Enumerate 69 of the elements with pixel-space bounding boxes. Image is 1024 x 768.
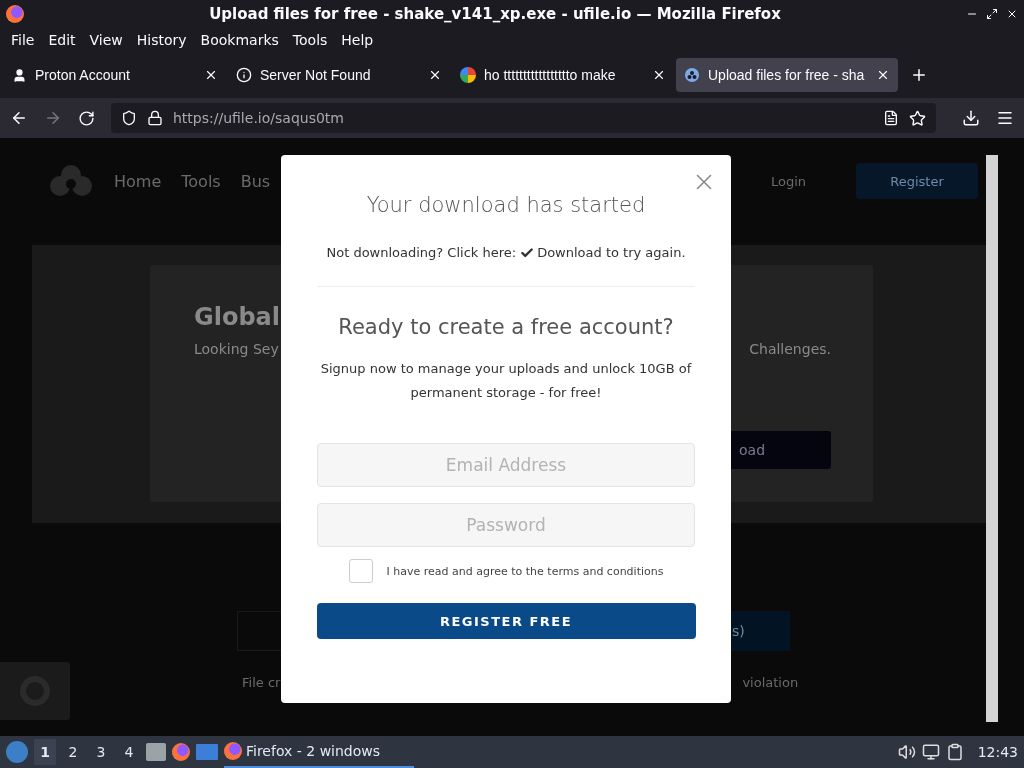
check-icon [520,245,535,260]
register-free-button[interactable]: REGISTER FREE [316,603,696,639]
scrollbar[interactable] [986,155,998,722]
footer-text: violation [742,675,799,690]
taskbar-task[interactable]: Firefox - 2 windows [224,736,414,768]
clipboard-icon[interactable] [945,743,964,761]
workspace-button[interactable]: 2 [62,739,84,765]
firefox-icon [6,5,24,23]
terms-checkbox[interactable] [348,559,373,583]
retry-link[interactable]: Download to try again. [520,245,686,260]
close-icon[interactable] [652,68,666,82]
menu-item[interactable]: Edit [41,32,83,48]
nav-link[interactable]: Tools [181,171,221,191]
ad-text: Challenges. [749,341,831,357]
volume-icon[interactable] [897,743,916,761]
browser-tab[interactable]: Proton Account [4,58,226,92]
close-icon[interactable] [876,68,890,82]
clock: 12:43 [977,744,1018,760]
browser-tab[interactable]: Server Not Found [228,58,450,92]
retry-text: Not downloading? Click here: [326,245,517,260]
window-title: Upload files for free - shake_v141_xp.exe - ufile.io — Mozilla Firefox [208,5,782,23]
signup-heading: Ready to create a free account? [338,315,674,339]
workspace-button[interactable]: 1 [34,739,56,765]
reader-icon[interactable] [883,110,899,126]
menu-item[interactable]: View [82,32,130,48]
login-link[interactable]: Login [770,173,806,189]
google-icon [460,67,476,83]
menu-icon[interactable] [996,109,1014,127]
register-button[interactable]: Register [856,163,978,199]
cloud-icon [684,67,700,83]
close-icon[interactable] [204,68,218,82]
menu-item[interactable]: Bookmarks [193,32,286,48]
nav-link[interactable]: Home [114,171,162,191]
firefox-icon [224,742,242,760]
menu-item[interactable]: History [129,32,194,48]
footer-text: File cr [242,675,281,690]
ad-text: Looking Sey [194,341,279,357]
download-icon[interactable] [962,109,980,127]
maximize-icon[interactable] [986,8,998,20]
lock-icon [147,110,163,126]
address-bar[interactable]: https://ufile.io/saqus0tm [111,103,936,133]
reload-icon[interactable] [78,109,95,127]
close-icon[interactable] [428,68,442,82]
firefox-icon[interactable] [172,743,190,761]
password-field[interactable]: Password [317,503,695,547]
menu-item[interactable]: Tools [285,32,335,48]
person-icon [12,67,27,83]
workspace-button[interactable]: 3 [90,739,112,765]
browser-tab[interactable]: Upload files for free - sha [676,58,898,92]
info-icon [236,67,252,83]
terms-label: I have read and agree to the terms and conditions [386,564,664,578]
signup-text: Signup now to manage your uploads and unlock 10GB of permanent storage - for free! [319,360,693,402]
logo-icon [48,164,94,198]
back-icon[interactable] [10,109,28,127]
shield-icon[interactable] [121,110,137,126]
ad-title: Global [194,303,280,331]
menu-item[interactable]: Help [334,32,381,48]
nav-link[interactable]: Bus [240,171,271,191]
start-icon[interactable] [6,741,28,763]
star-icon[interactable] [909,109,926,127]
browser-tab[interactable]: ho ttttttttttttttttto make [452,58,674,92]
menu-item[interactable]: File [4,32,42,48]
dialog-title: Your download has started [366,193,646,217]
plus-icon[interactable] [910,66,928,84]
close-icon[interactable] [1006,8,1018,20]
captcha-badge [0,662,70,720]
workspace-button[interactable]: 4 [118,739,140,765]
email-field[interactable]: Email Address [317,443,695,487]
forward-icon[interactable] [44,109,62,127]
